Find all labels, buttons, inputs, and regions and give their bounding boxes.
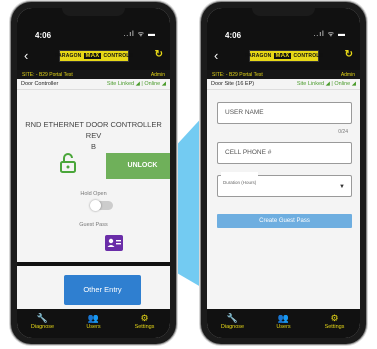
system-icons: ..ıl ᯤ ▬ bbox=[123, 31, 156, 38]
unlocked-lock-icon bbox=[60, 153, 76, 173]
controller-title: RND ETHERNET DOOR CONTROLLER REV B bbox=[25, 120, 162, 151]
nav-users[interactable]: 👥 Users bbox=[68, 309, 119, 338]
wrench-icon: 🔧 bbox=[226, 313, 239, 323]
nav-users[interactable]: 👥 Users bbox=[258, 309, 309, 338]
system-icons: ..ıl ᯤ ▬ bbox=[313, 31, 346, 38]
device-label: Door Site (16 EP) bbox=[211, 81, 255, 87]
app-bar: ‹ PARAGON MAX CONTROLS ↻ bbox=[207, 45, 360, 70]
chevron-down-icon: ▼ bbox=[339, 184, 345, 190]
users-icon: 👥 bbox=[87, 313, 100, 323]
phone-notch bbox=[62, 8, 125, 16]
nav-settings[interactable]: ⚙ Settings bbox=[119, 309, 170, 338]
users-icon: 👥 bbox=[277, 313, 290, 323]
guest-pass-icon[interactable] bbox=[105, 235, 123, 251]
back-icon[interactable]: ‹ bbox=[24, 48, 28, 63]
duration-select[interactable]: Duration (Hours) 1 ▼ bbox=[217, 172, 352, 197]
device-bar: Door Site (16 EP) Site Linked ◢ | Online… bbox=[207, 79, 360, 90]
phone-notch bbox=[252, 8, 315, 16]
duration-label: Duration (Hours) bbox=[221, 172, 259, 194]
brand-logo: PARAGON MAX CONTROLS bbox=[245, 50, 323, 62]
nav-settings[interactable]: ⚙ Settings bbox=[309, 309, 360, 338]
brand-logo: PARAGON MAX CONTROLS bbox=[55, 50, 133, 62]
phone-right-screen: 4:06 ..ıl ᯤ ▬ ‹ PARAGON MAX CONTROLS ↻ SIT… bbox=[207, 8, 360, 338]
site-bar: SITE: - B29 Portal Test Admin bbox=[17, 70, 170, 79]
nav-diagnose[interactable]: 🔧 Diagnose bbox=[17, 309, 68, 338]
site-label: SITE: - B29 Portal Test bbox=[22, 72, 73, 78]
settings-icon: ⚙ bbox=[140, 313, 149, 323]
site-label: SITE: - B29 Portal Test bbox=[212, 72, 263, 78]
bottom-nav: 🔧 Diagnose 👥 Users ⚙ Settings bbox=[17, 309, 170, 338]
link-status: Site Linked ◢ | Online ◢ bbox=[106, 81, 166, 87]
unlock-button[interactable]: UNLOCK bbox=[106, 153, 170, 179]
refresh-icon[interactable]: ↻ bbox=[155, 49, 163, 60]
refresh-icon[interactable]: ↻ bbox=[345, 49, 353, 60]
cell-phone-input[interactable]: CELL PHONE # bbox=[217, 142, 352, 164]
device-bar: Door Controller Site Linked ◢ | Online ◢ bbox=[17, 79, 170, 90]
status-time: 4:06 bbox=[225, 31, 242, 40]
bottom-nav: 🔧 Diagnose 👥 Users ⚙ Settings bbox=[207, 309, 360, 338]
site-bar: SITE: - B29 Portal Test Admin bbox=[207, 70, 360, 79]
hold-open-label: Hold Open bbox=[80, 191, 107, 197]
phone-left: 4:06 ..ıl ᯤ ▬ ‹ PARAGON MAX CONTROLS ↻ SIT… bbox=[11, 2, 176, 344]
nav-diagnose[interactable]: 🔧 Diagnose bbox=[207, 309, 258, 338]
phone-right: 4:06 ..ıl ᯤ ▬ ‹ PARAGON MAX CONTROLS ↻ SIT… bbox=[201, 2, 366, 344]
wrench-icon: 🔧 bbox=[36, 313, 49, 323]
user-name-input[interactable]: USER NAME bbox=[217, 102, 352, 124]
back-icon[interactable]: ‹ bbox=[214, 48, 218, 63]
app-bar: ‹ PARAGON MAX CONTROLS ↻ bbox=[17, 45, 170, 70]
settings-icon: ⚙ bbox=[330, 313, 339, 323]
link-status: Site Linked ◢ | Online ◢ bbox=[296, 81, 356, 87]
admin-label: Admin bbox=[340, 72, 355, 78]
admin-label: Admin bbox=[150, 72, 165, 78]
section-divider bbox=[17, 262, 170, 266]
other-entry-button[interactable]: Other Entry bbox=[64, 275, 141, 305]
create-guest-pass-button[interactable]: Create Guest Pass bbox=[217, 214, 352, 228]
device-label: Door Controller bbox=[21, 81, 59, 87]
hold-open-toggle[interactable] bbox=[90, 200, 113, 211]
guest-pass-label: Guest Pass bbox=[79, 222, 108, 228]
phone-left-screen: 4:06 ..ıl ᯤ ▬ ‹ PARAGON MAX CONTROLS ↻ SIT… bbox=[17, 8, 170, 338]
status-time: 4:06 bbox=[35, 31, 52, 40]
user-name-counter: 0/24 bbox=[338, 129, 348, 135]
